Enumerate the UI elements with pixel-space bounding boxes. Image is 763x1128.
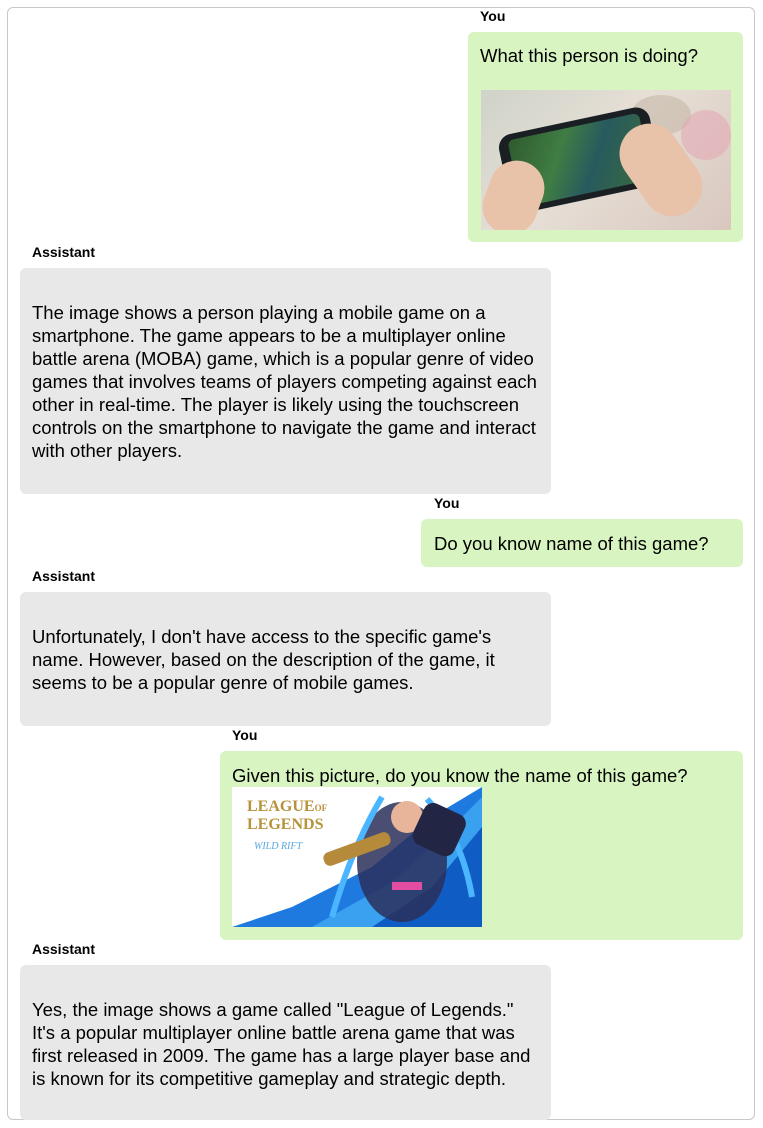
assistant-message-bubble: Unfortunately, I don't have access to th… (20, 592, 551, 726)
assistant-message-bubble: Yes, the image shows a game called "Leag… (20, 965, 551, 1120)
message-text: Unfortunately, I don't have access to th… (32, 626, 495, 693)
person-playing-mobile-game-photo[interactable] (481, 90, 731, 230)
speaker-label-user: You (232, 727, 258, 743)
league-of-legends-wild-rift-poster[interactable]: LEAGUEOF LEGENDS WILD RIFT (232, 787, 482, 927)
user-message-bubble: Do you know name of this game? (421, 519, 743, 567)
speaker-label-assistant: Assistant (32, 568, 96, 584)
logo-legends: LEGENDS (247, 816, 324, 833)
speaker-label-user: You (480, 8, 506, 24)
user-message-bubble: Given this picture, do you know the name… (220, 751, 743, 940)
message-text: The image shows a person playing a mobil… (32, 302, 537, 461)
speaker-label-assistant: Assistant (32, 244, 96, 260)
user-message-bubble: What this person is doing? (468, 32, 743, 242)
speaker-label-user: You (434, 495, 460, 511)
logo-wild-rift: WILD RIFT (254, 841, 303, 852)
speaker-label-assistant: Assistant (32, 941, 96, 957)
message-text: Yes, the image shows a game called "Leag… (32, 999, 531, 1089)
message-text: What this person is doing? (480, 45, 699, 66)
message-text: Do you know name of this game? (434, 533, 709, 554)
logo-league-text: LEAGUE (247, 798, 315, 815)
logo-of-text: OF (314, 803, 328, 813)
message-text: Given this picture, do you know the name… (232, 765, 688, 786)
assistant-message-bubble: The image shows a person playing a mobil… (20, 268, 551, 494)
background-flowers (681, 110, 731, 160)
logo-league: LEAGUEOF (247, 799, 327, 816)
